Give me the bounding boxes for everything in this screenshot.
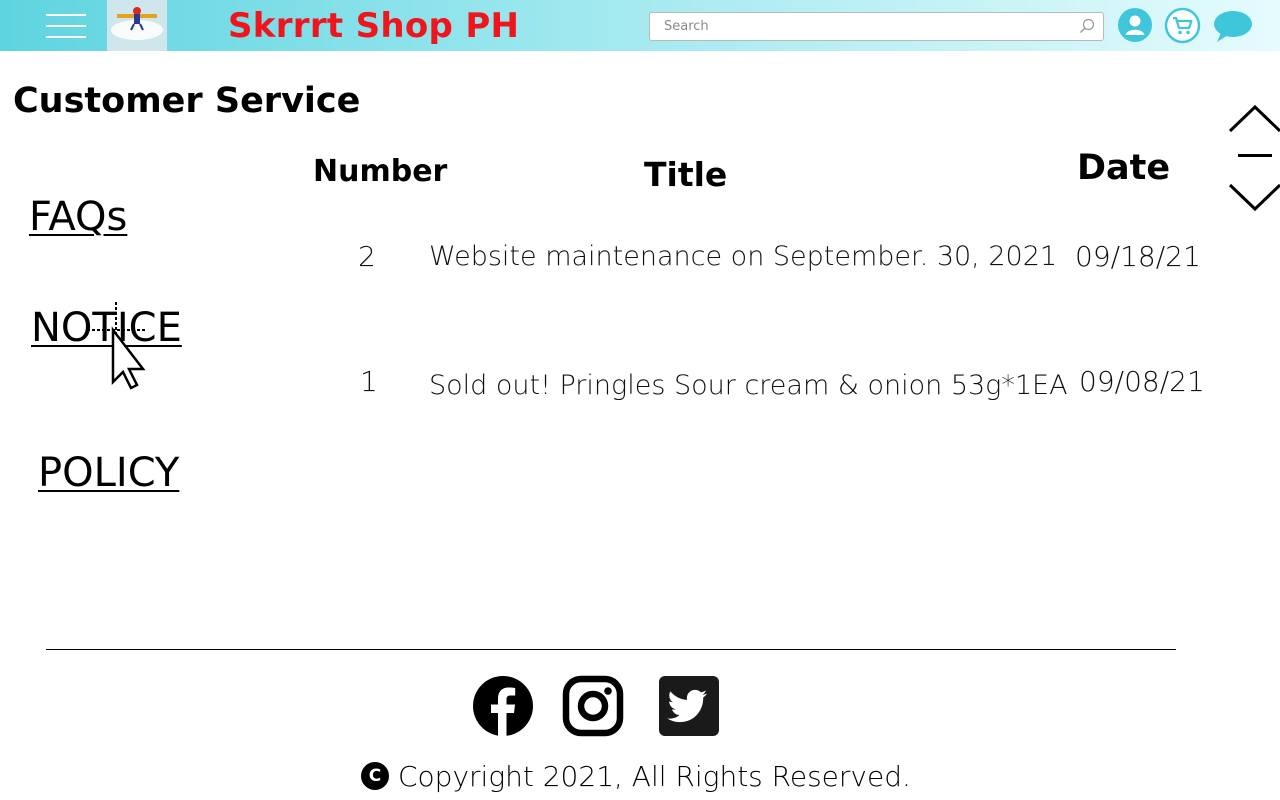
top-header: Skrrrt Shop PH bbox=[0, 0, 1280, 51]
twitter-icon[interactable] bbox=[658, 675, 720, 737]
hamburger-menu-icon[interactable] bbox=[46, 13, 86, 39]
search-bar[interactable] bbox=[649, 12, 1104, 41]
facebook-icon[interactable] bbox=[472, 675, 534, 737]
page-title: Customer Service bbox=[13, 81, 361, 121]
column-header-date: Date bbox=[1077, 148, 1171, 188]
row-number: 1 bbox=[360, 365, 378, 398]
row-number: 2 bbox=[358, 240, 376, 273]
chat-icon[interactable] bbox=[1213, 9, 1253, 43]
row-date: 09/18/21 bbox=[1075, 240, 1201, 273]
footer-divider bbox=[46, 649, 1176, 650]
logo[interactable] bbox=[107, 0, 167, 51]
sidebar-link-notice[interactable]: NOTICE bbox=[31, 304, 182, 352]
column-header-title: Title bbox=[644, 155, 728, 194]
scroll-middle-dash[interactable] bbox=[1238, 154, 1272, 157]
cart-icon[interactable] bbox=[1164, 7, 1201, 44]
search-input[interactable] bbox=[650, 13, 1070, 40]
copyright-text: Copyright 2021, All Rights Reserved. bbox=[398, 759, 911, 793]
user-icon[interactable] bbox=[1118, 8, 1152, 42]
copyright-notice: C Copyright 2021, All Rights Reserved. bbox=[361, 758, 911, 794]
copyright-icon: C bbox=[361, 762, 389, 790]
row-title-link[interactable]: Website maintenance on September. 30, 20… bbox=[429, 240, 1057, 274]
scroll-down-chevron-icon[interactable] bbox=[1228, 182, 1280, 212]
sidebar-link-policy[interactable]: POLICY bbox=[38, 449, 179, 497]
scroll-up-chevron-icon[interactable] bbox=[1228, 104, 1280, 134]
sidebar-link-faqs[interactable]: FAQs bbox=[29, 193, 127, 241]
column-header-number: Number bbox=[313, 154, 448, 189]
shop-name[interactable]: Skrrrt Shop PH bbox=[228, 5, 519, 47]
instagram-icon[interactable] bbox=[562, 675, 624, 737]
search-icon[interactable] bbox=[1079, 18, 1095, 34]
row-date: 09/08/21 bbox=[1079, 365, 1205, 398]
row-title-link[interactable]: Sold out! Pringles Sour cream & onion 53… bbox=[429, 369, 1068, 403]
